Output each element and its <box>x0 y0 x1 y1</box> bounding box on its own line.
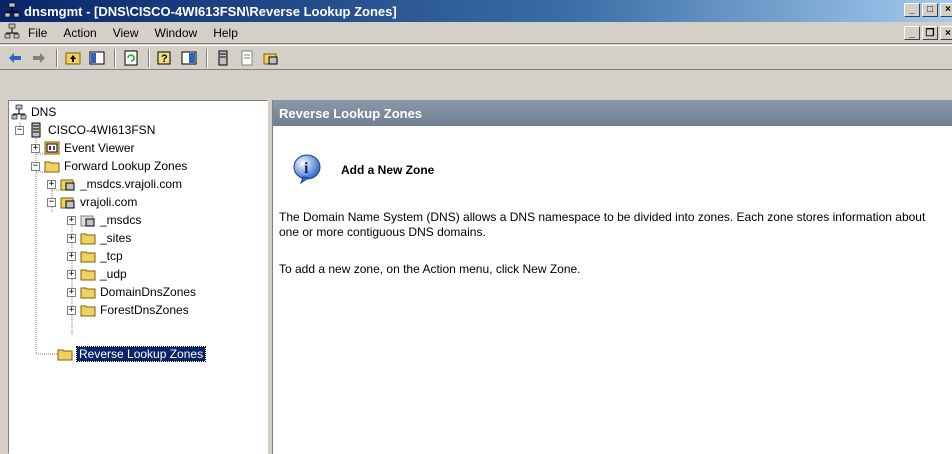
content-header: Reverse Lookup Zones <box>273 100 952 126</box>
tree-label-msdcs-zone: _msdcs.vrajoli.com <box>80 177 183 191</box>
content-pane: Reverse Lookup Zones i Add a New Zone Th… <box>272 100 952 454</box>
folder-icon <box>80 284 96 300</box>
tree-label-server: CISCO-4WI613FSN <box>48 123 156 137</box>
folder-icon <box>57 346 73 362</box>
close-button[interactable]: × <box>940 3 952 17</box>
tree-label-sites: _sites <box>100 231 132 245</box>
maximize-button[interactable]: □ <box>922 3 938 17</box>
tree-item-msdcs-zone[interactable]: + _msdcs.vrajoli.com <box>47 175 182 193</box>
server-icon[interactable] <box>212 47 234 69</box>
tree-item-msdcs[interactable]: + _msdcs <box>67 211 141 229</box>
tree-label-tcp: _tcp <box>100 249 123 263</box>
tree-label-event-viewer: Event Viewer <box>64 141 135 155</box>
tree-item-udp[interactable]: + _udp <box>67 265 127 283</box>
svg-text:i: i <box>304 160 309 177</box>
properties-icon[interactable] <box>178 47 200 69</box>
menu-bar: File Action View Window Help _ ❐ × <box>0 22 952 44</box>
folder-icon <box>44 158 60 174</box>
info-icon: i <box>291 152 323 187</box>
child-restore-button[interactable]: ❐ <box>922 26 938 40</box>
server-icon <box>28 122 44 138</box>
tree-item-tcp[interactable]: + _tcp <box>67 247 123 265</box>
tree-label-domain-dns-zones: DomainDnsZones <box>100 285 197 299</box>
folder-icon <box>80 230 96 246</box>
expand-toggle[interactable]: + <box>67 251 76 261</box>
toolbar: ? <box>0 45 952 70</box>
tree-item-forest-dns-zones[interactable]: + ForestDnsZones <box>67 301 189 319</box>
tree-item-domain-dns-zones[interactable]: + DomainDnsZones <box>67 283 196 301</box>
title-bar: dnsmgmt - [DNS\CISCO-4WI613FSN\Reverse L… <box>0 0 952 22</box>
tree-item-server[interactable]: − CISCO-4WI613FSN <box>15 121 155 139</box>
zone-icon <box>60 176 76 192</box>
menu-file[interactable]: File <box>28 26 47 40</box>
tree-item-sites[interactable]: + _sites <box>67 229 131 247</box>
toolbar-separator <box>56 48 58 67</box>
info-row: i Add a New Zone <box>291 152 434 187</box>
tree-label-reverse-zones: Reverse Lookup Zones <box>75 346 207 362</box>
expand-toggle[interactable]: + <box>31 143 40 153</box>
tree-label-dns: DNS <box>31 105 57 119</box>
toolbar-separator <box>114 48 116 67</box>
event-viewer-icon <box>44 140 60 156</box>
collapse-toggle[interactable]: − <box>47 197 56 207</box>
folder-icon <box>80 266 96 282</box>
expand-toggle[interactable]: + <box>67 233 76 243</box>
info-title: Add a New Zone <box>341 162 435 177</box>
collapse-toggle[interactable]: − <box>15 125 24 135</box>
instruction-paragraph: To add a new zone, on the Action menu, c… <box>279 262 581 276</box>
zone-icon[interactable] <box>236 47 258 69</box>
tree-item-reverse-zones[interactable]: Reverse Lookup Zones <box>57 345 207 363</box>
menu-window[interactable]: Window <box>155 26 198 40</box>
delegated-zone-icon <box>80 212 96 228</box>
expand-toggle[interactable]: + <box>67 287 76 297</box>
tree-item-forward-zones[interactable]: − Forward Lookup Zones <box>31 157 187 175</box>
tree-pane[interactable]: DNS − CISCO-4WI613FSN + Event Viewer − F… <box>8 100 268 454</box>
dns-icon <box>11 104 27 120</box>
refresh-icon[interactable] <box>120 47 142 69</box>
dns-console-icon <box>4 2 20 21</box>
tree-label-udp: _udp <box>100 267 127 281</box>
menu-app-icon[interactable] <box>4 23 20 42</box>
tree-label-forward-zones: Forward Lookup Zones <box>64 159 188 173</box>
toolbar-separator <box>206 48 208 67</box>
tree-label-msdcs: _msdcs <box>100 213 142 227</box>
tree-item-event-viewer[interactable]: + Event Viewer <box>31 139 134 157</box>
child-minimize-button[interactable]: _ <box>904 26 920 40</box>
collapse-toggle[interactable]: − <box>31 161 40 171</box>
folder-icon <box>80 302 96 318</box>
svg-text:?: ? <box>161 53 168 65</box>
zone-icon <box>60 194 76 210</box>
menu-view[interactable]: View <box>113 26 139 40</box>
child-close-button[interactable]: × <box>940 26 952 40</box>
expand-toggle[interactable]: + <box>67 215 76 225</box>
folder-icon <box>80 248 96 264</box>
toolbar-separator <box>148 48 150 67</box>
expand-toggle[interactable]: + <box>47 179 56 189</box>
forward-icon[interactable] <box>28 47 50 69</box>
expand-toggle[interactable]: + <box>67 269 76 279</box>
back-icon[interactable] <box>4 47 26 69</box>
expand-toggle[interactable]: + <box>67 305 76 315</box>
up-icon[interactable] <box>62 47 84 69</box>
tree-label-domain-zone: vrajoli.com <box>80 195 138 209</box>
tree-item-domain-zone[interactable]: − vrajoli.com <box>47 193 137 211</box>
menu-action[interactable]: Action <box>63 26 96 40</box>
tree-item-dns[interactable]: DNS <box>11 103 56 121</box>
tree-label-forest-dns-zones: ForestDnsZones <box>100 303 189 317</box>
minimize-button[interactable]: _ <box>904 3 920 17</box>
help-icon[interactable]: ? <box>154 47 176 69</box>
description-paragraph: The Domain Name System (DNS) allows a DN… <box>279 210 926 239</box>
menu-help[interactable]: Help <box>213 26 238 40</box>
show-hide-tree-icon[interactable] <box>86 47 108 69</box>
window-title: dnsmgmt - [DNS\CISCO-4WI613FSN\Reverse L… <box>24 3 397 19</box>
new-zone-icon[interactable] <box>260 47 282 69</box>
